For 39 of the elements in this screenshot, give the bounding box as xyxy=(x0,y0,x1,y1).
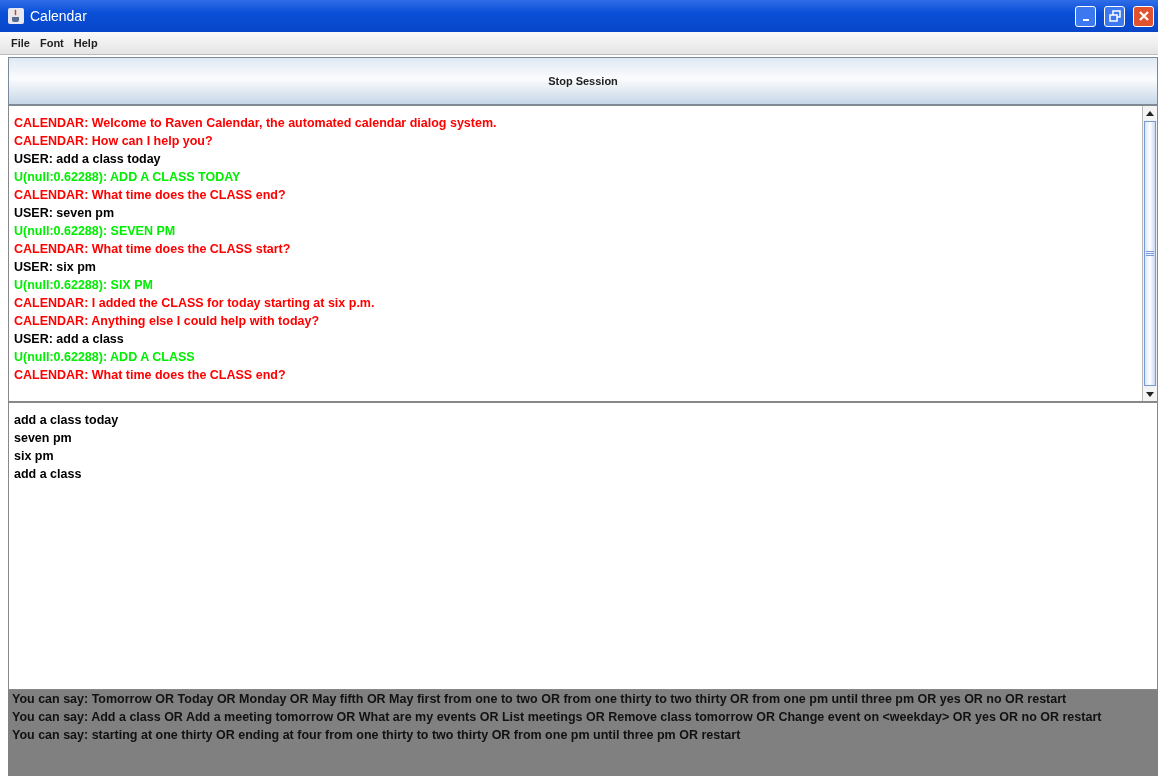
log-line: CALENDAR: What time does the CLASS end? xyxy=(14,367,287,384)
log-line: CALENDAR: Anything else I could help with today? xyxy=(14,313,321,330)
log-line: CALENDAR: What time does the CLASS start? xyxy=(14,241,292,258)
log-line: USER: add a class today xyxy=(14,151,162,168)
menu-item[interactable]: Help xyxy=(73,37,98,49)
scrollbar[interactable] xyxy=(1142,106,1157,401)
log-line: CALENDAR: I added the CLASS for today starting at six p.m. xyxy=(14,295,376,312)
menu-item[interactable]: Font xyxy=(39,37,64,49)
log-line: USER: six pm xyxy=(14,259,97,276)
log-line: USER: seven pm xyxy=(14,205,116,222)
log-line: U(null:0.62288): SIX PM xyxy=(14,277,154,294)
log-line: U(null:0.62288): ADD A CLASS xyxy=(14,349,196,366)
grip-icon[interactable] xyxy=(1146,251,1154,256)
input-line: seven pm xyxy=(14,430,73,447)
menu-item[interactable]: File xyxy=(11,37,30,49)
log-line: U(null:0.62288): ADD A CLASS TODAY xyxy=(14,169,242,186)
window-title: Calendar xyxy=(30,8,88,24)
minimize-icon xyxy=(1082,19,1089,21)
hint-text: You can say: starting at one thirty OR ending at four from one thirty to two thirty OR from one pm until three pm OR restart xyxy=(12,727,742,744)
restore-button[interactable] xyxy=(1104,5,1125,27)
close-button[interactable] xyxy=(1133,5,1154,27)
input-line: six pm xyxy=(14,448,55,465)
restore-icon xyxy=(1108,10,1121,22)
close-icon xyxy=(1137,10,1150,22)
coffee-cup-icon xyxy=(8,8,24,24)
log-line: CALENDAR: What time does the CLASS end? xyxy=(14,187,287,204)
log-line: USER: add a class xyxy=(14,331,125,348)
input-line: add a class xyxy=(14,466,83,483)
log-line: CALENDAR: How can I help you? xyxy=(14,133,214,150)
log-line: U(null:0.62288): SEVEN PM xyxy=(14,223,177,240)
input-field[interactable]: add a class today seven pm six pm add a class xyxy=(8,402,1158,690)
hint-text: You can say: Add a class OR Add a meeting tomorrow OR What are my events OR List meetings OR Remove class tomorrow OR Change event on <weekday> OR yes OR no OR restart xyxy=(12,709,1103,726)
input-line: add a class today xyxy=(14,412,120,429)
down-arrow-icon[interactable] xyxy=(1146,391,1154,397)
log-line: CALENDAR: Welcome to Raven Calendar, the automated calendar dialog system. xyxy=(14,115,498,132)
hint-text: You can say: Tomorrow OR Today OR Monday OR May fifth OR May first from one to two OR from one thirty to two thirty OR from one pm until three pm OR yes OR no OR restart xyxy=(12,691,1068,708)
stop-session-button[interactable]: Stop Session xyxy=(8,57,1158,105)
up-arrow-icon[interactable] xyxy=(1146,110,1154,116)
minimize-button[interactable] xyxy=(1075,5,1096,27)
